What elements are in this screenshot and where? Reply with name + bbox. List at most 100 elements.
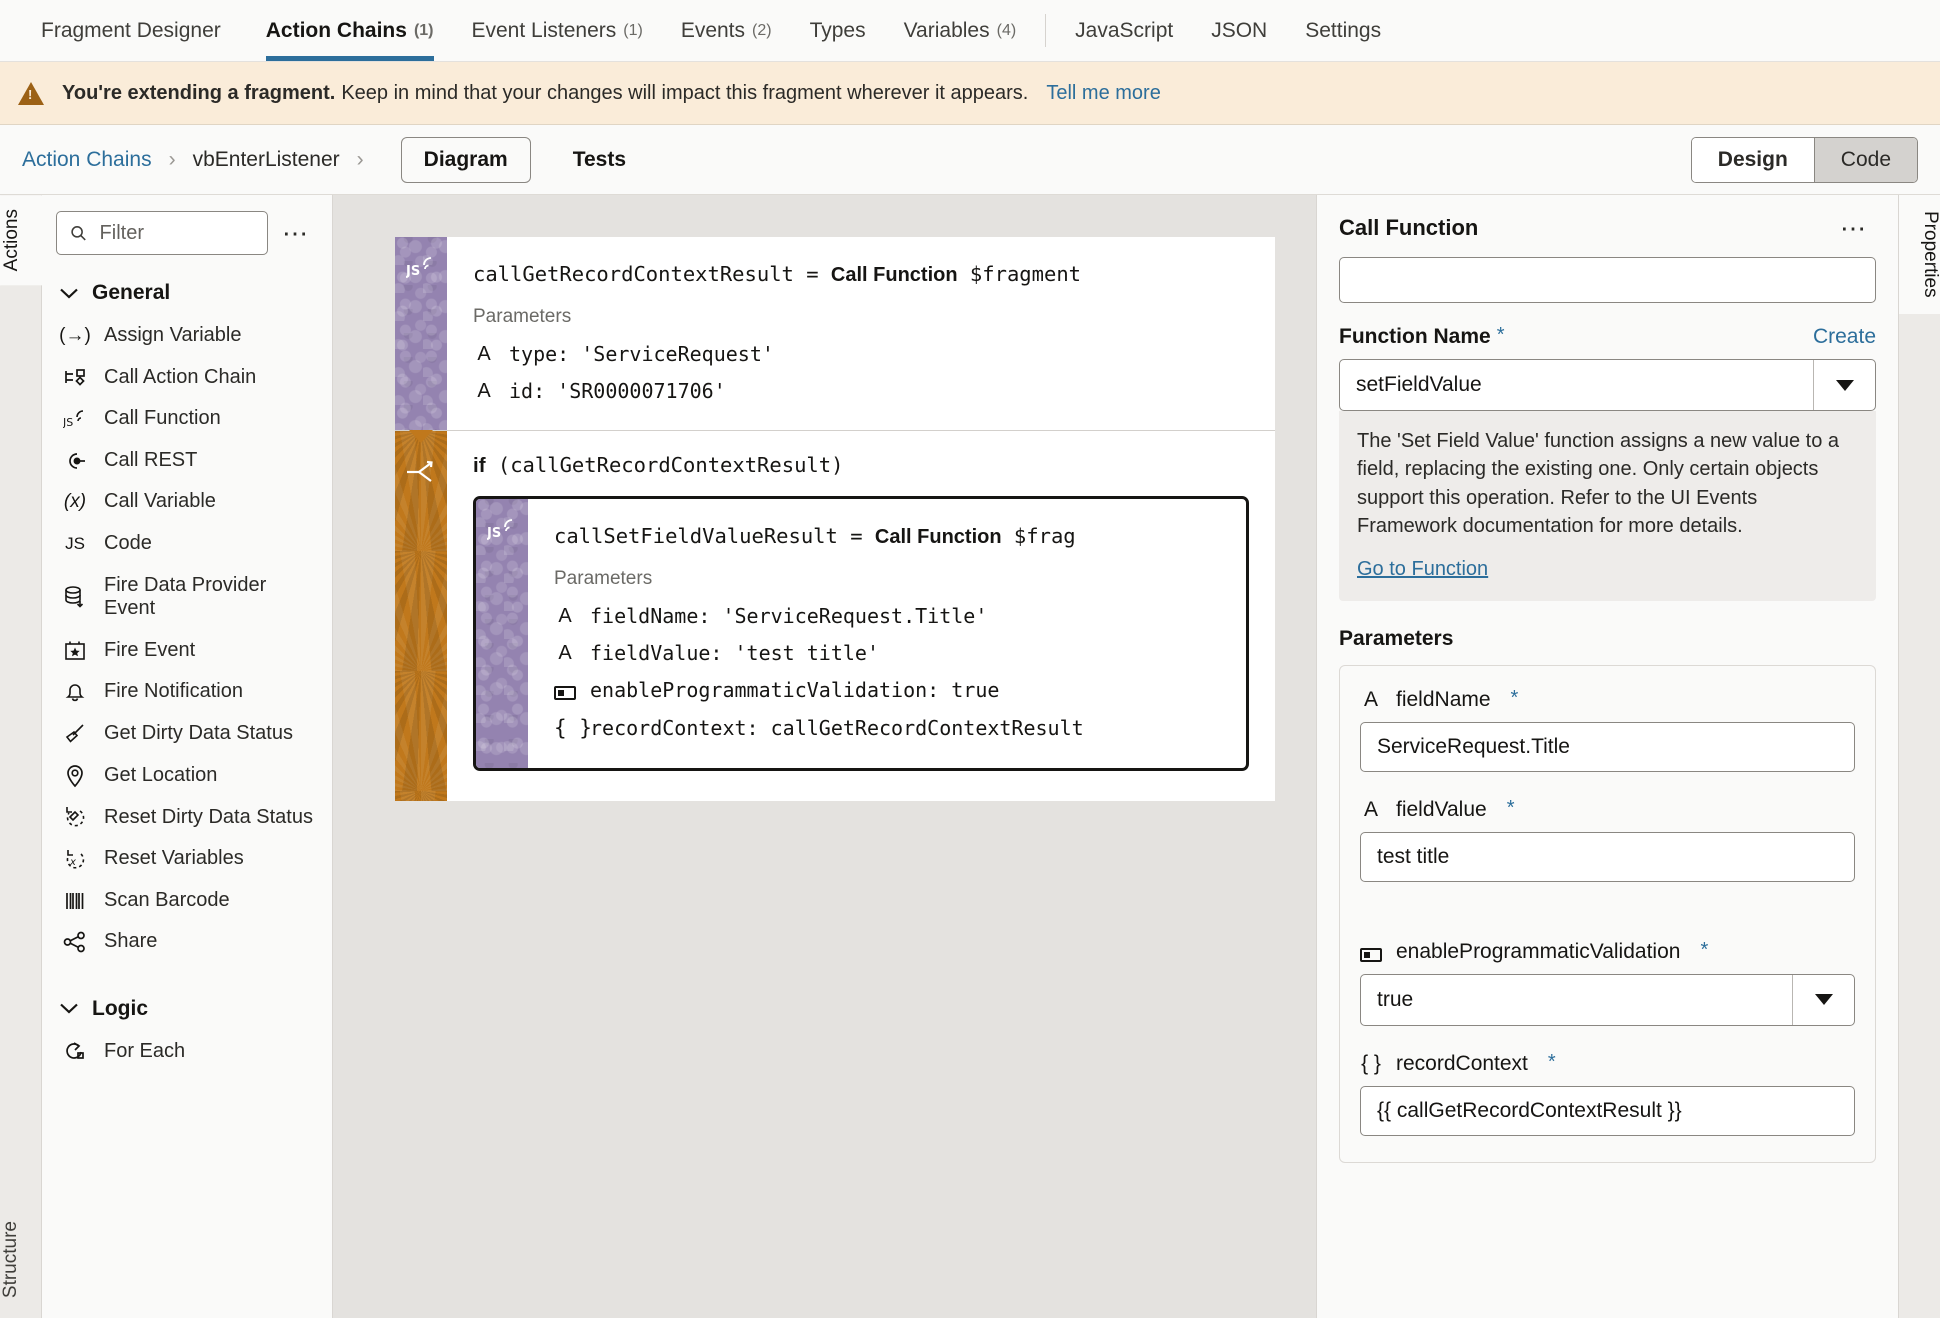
tab-count: (1) [413, 21, 434, 39]
svg-text:JS: JS [487, 526, 501, 541]
node-param-text: fieldValue: 'test title' [590, 641, 879, 665]
parameter-name: fieldValue [1396, 797, 1487, 821]
node-code-suffix: $fragment [957, 262, 1082, 286]
function-help-box: The 'Set Field Value' function assigns a… [1339, 411, 1876, 601]
tab-types[interactable]: Types [791, 0, 885, 61]
scrolled-field-above[interactable] [1339, 257, 1876, 303]
breadcrumb-current: vbEnterListener [192, 147, 340, 171]
rail-tab-structure[interactable]: Structure [0, 1207, 42, 1312]
go-to-function-link[interactable]: Go to Function [1357, 555, 1488, 583]
node-param-text: type: 'ServiceRequest' [509, 342, 774, 366]
action-item-call-function[interactable]: JS Call Function [42, 398, 332, 440]
breadcrumb-separator: › [168, 147, 176, 171]
toggle-design[interactable]: Design [1691, 137, 1814, 182]
properties-content: Function Name * Create setFieldValue The… [1317, 257, 1898, 1183]
diagram-canvas[interactable]: JS callGetRecordContextResult = Call Fun… [333, 195, 1316, 1318]
action-label: Get Location [104, 763, 218, 786]
string-type-icon: A [477, 343, 491, 365]
js-call-function-icon: JS [405, 253, 436, 287]
parameter-label-row: A fieldName * [1360, 688, 1855, 712]
tab-label: Types [809, 18, 866, 42]
diagram-node-call-function[interactable]: JS callGetRecordContextResult = Call Fun… [395, 237, 1275, 430]
node-body: callGetRecordContextResult = Call Functi… [447, 237, 1275, 430]
tab-event-listeners[interactable]: Event Listeners (1) [453, 0, 662, 61]
tab-fragment-designer[interactable]: Fragment Designer [22, 0, 247, 61]
parameter-field-fieldValue: A fieldValue * test title [1360, 798, 1855, 882]
tab-javascript[interactable]: JavaScript [1056, 0, 1192, 61]
tab-events[interactable]: Events (2) [662, 0, 791, 61]
node-code-suffix: $frag [1001, 524, 1076, 548]
enableprogrammaticvalidation-select[interactable]: true [1360, 973, 1855, 1026]
action-item-for-each[interactable]: For Each [42, 1031, 332, 1073]
group-header-general[interactable]: General [42, 265, 332, 315]
diagram-node-if[interactable]: if (callGetRecordContextResult) JS callS… [395, 430, 1275, 801]
node-action-type: Call Function [830, 264, 958, 286]
action-item-call-action-chain[interactable]: Call Action Chain [42, 357, 332, 399]
tab-settings[interactable]: Settings [1286, 0, 1400, 61]
action-item-share[interactable]: Share [42, 921, 332, 963]
action-label: Fire Notification [104, 680, 243, 703]
action-item-call-variable[interactable]: (x) Call Variable [42, 481, 332, 523]
fragment-warning-banner: You're extending a fragment. Keep in min… [0, 62, 1940, 125]
chevron-down-icon [1814, 994, 1833, 1006]
action-item-assign-variable[interactable]: (→) Assign Variable [42, 315, 332, 357]
dropdown-toggle[interactable] [1813, 360, 1875, 410]
scan-barcode-icon [62, 891, 88, 911]
action-item-reset-variables[interactable]: x Reset Variables [42, 838, 332, 880]
tab-json[interactable]: JSON [1192, 0, 1286, 61]
node-connector-notch [409, 430, 433, 443]
required-asterisk: * [1700, 938, 1709, 961]
tell-me-more-link[interactable]: Tell me more [1046, 82, 1160, 105]
required-asterisk: * [1506, 796, 1515, 819]
filter-input-wrapper[interactable] [56, 211, 268, 255]
create-function-link[interactable]: Create [1813, 325, 1876, 349]
action-item-reset-dirty-data-status[interactable]: Reset Dirty Data Status [42, 797, 332, 839]
properties-title: Call Function [1339, 215, 1479, 240]
tab-action-chains[interactable]: Action Chains (1) [247, 0, 453, 61]
dropdown-toggle[interactable] [1792, 974, 1854, 1025]
properties-overflow-icon[interactable]: ⋯ [1826, 214, 1876, 241]
breadcrumb-root-link[interactable]: Action Chains [22, 148, 152, 172]
parameter-field-fieldName: A fieldName * ServiceRequest.Title [1360, 688, 1855, 772]
action-item-get-dirty-data-status[interactable]: Get Dirty Data Status [42, 713, 332, 755]
string-type-icon: A [477, 380, 491, 402]
action-item-scan-barcode[interactable]: Scan Barcode [42, 880, 332, 922]
actions-overflow-icon[interactable]: ⋯ [268, 219, 318, 246]
node-body: callSetFieldValueResult = Call Function … [528, 499, 1246, 768]
string-type-icon: A [558, 605, 572, 627]
tab-variables[interactable]: Variables (4) [885, 0, 1036, 61]
rail-tab-actions[interactable]: Actions [0, 195, 42, 286]
breadcrumb-separator-2: › [356, 147, 364, 171]
node-param-row: enableProgrammaticValidation: true [554, 672, 1220, 709]
function-name-select[interactable]: setFieldValue [1339, 359, 1876, 411]
properties-header: Call Function ⋯ [1317, 195, 1898, 257]
node-params-header: Parameters [554, 568, 653, 589]
diagram-node-call-function-nested[interactable]: JS callSetFieldValueResult = Call Functi… [473, 496, 1249, 771]
action-item-fire-event[interactable]: Fire Event [42, 630, 332, 672]
node-type-strip-js: JS [476, 499, 528, 768]
recordcontext-input[interactable]: {{ callGetRecordContextResult }} [1360, 1085, 1855, 1136]
action-item-get-location[interactable]: Get Location [42, 755, 332, 797]
action-item-fire-notification[interactable]: Fire Notification [42, 671, 332, 713]
function-name-label-row: Function Name * Create [1339, 325, 1876, 349]
function-name-label: Function Name [1339, 325, 1491, 348]
subtab-tests[interactable]: Tests [551, 138, 648, 182]
boolean-type-icon [554, 672, 576, 709]
fieldname-input[interactable]: ServiceRequest.Title [1360, 721, 1855, 772]
filter-input[interactable] [97, 220, 255, 246]
boolean-type-icon [1360, 940, 1382, 964]
action-item-call-rest[interactable]: Call REST [42, 440, 332, 482]
tab-label: JavaScript [1075, 18, 1174, 42]
action-item-code[interactable]: JS Code [42, 523, 332, 565]
call-variable-icon: (x) [63, 491, 87, 513]
rail-tab-properties[interactable]: Properties [1899, 195, 1940, 314]
action-item-fire-data-provider-event[interactable]: Fire Data Provider Event [42, 565, 332, 630]
tab-label: Settings [1305, 18, 1382, 42]
subtab-diagram[interactable]: Diagram [400, 136, 531, 183]
group-header-logic[interactable]: Logic [42, 981, 332, 1031]
tab-divider [1045, 14, 1047, 47]
actions-panel: ⋯ General (→) Assign Variable Call Actio… [42, 195, 333, 1318]
toggle-code[interactable]: Code [1813, 137, 1917, 182]
action-chain-diagram: JS callGetRecordContextResult = Call Fun… [395, 237, 1275, 801]
fieldvalue-input[interactable]: test title [1360, 831, 1855, 882]
